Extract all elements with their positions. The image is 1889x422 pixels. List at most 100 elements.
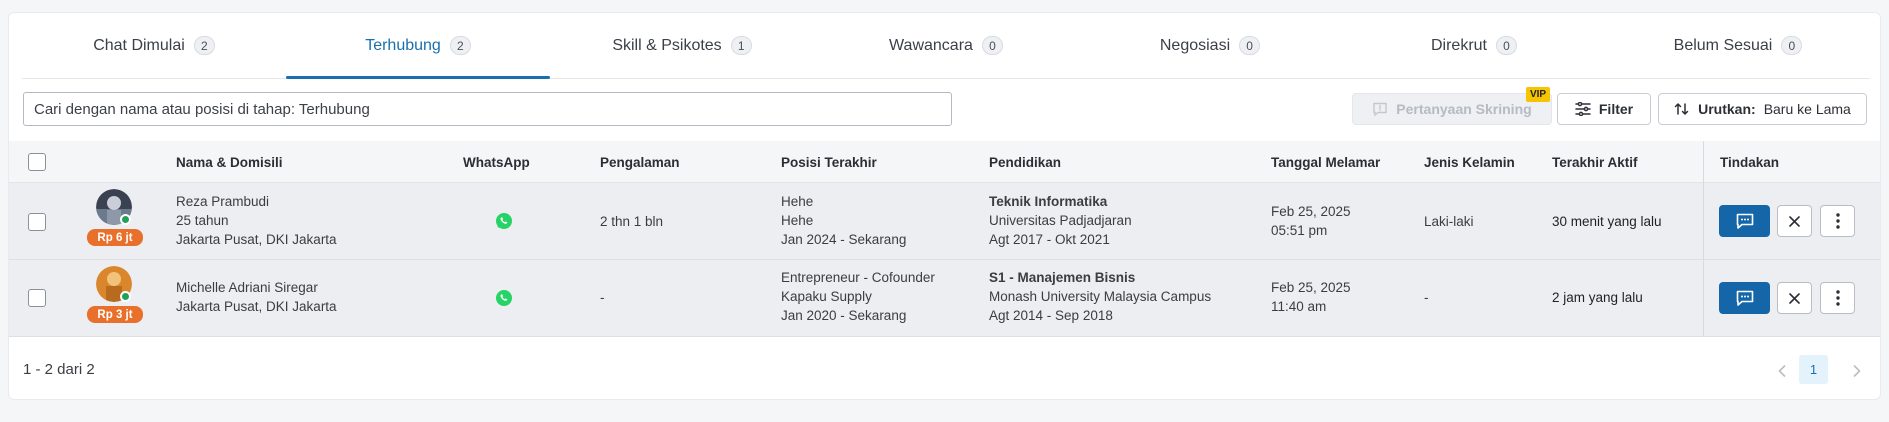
tab-label: Chat Dimulai <box>93 36 185 54</box>
column-applied-date: Tanggal Melamar <box>1271 154 1381 170</box>
tab-count-badge: 0 <box>1496 36 1517 55</box>
position-company: Hehe <box>781 213 814 228</box>
position-company: Kapaku Supply <box>781 289 872 304</box>
last-active: 30 menit yang lalu <box>1552 214 1662 229</box>
education-period: Agt 2017 - Okt 2021 <box>989 232 1110 247</box>
last-position: Hehe Hehe Jan 2024 - Sekarang <box>781 192 906 249</box>
filter-icon <box>1575 102 1591 116</box>
more-options-button[interactable] <box>1820 282 1855 314</box>
candidate-info: Michelle Adriani Siregar Jakarta Pusat, … <box>176 278 337 316</box>
tab-count-badge: 0 <box>1781 36 1803 55</box>
sort-button[interactable]: Urutkan: Baru ke Lama <box>1658 93 1867 125</box>
applied-date-time: 11:40 am <box>1271 299 1327 314</box>
whatsapp-icon[interactable] <box>495 289 513 307</box>
tab-count-badge: 1 <box>730 36 752 55</box>
close-icon <box>1789 292 1800 304</box>
row-actions <box>1703 183 1880 259</box>
filter-button[interactable]: Filter <box>1557 93 1651 125</box>
vip-badge: VIP <box>1526 87 1550 102</box>
column-last-position: Posisi Terakhir <box>781 154 877 170</box>
screening-questions-button[interactable]: Pertanyaan Skrining <box>1352 93 1552 125</box>
experience: 2 thn 1 bln <box>600 214 664 229</box>
candidate-age: 25 tahun <box>176 213 229 228</box>
column-experience: Pengalaman <box>600 154 680 170</box>
reject-button[interactable] <box>1777 205 1812 237</box>
education: Teknik Informatika Universitas Padjadjar… <box>989 192 1132 249</box>
tab-skill-psikotes[interactable]: Skill & Psikotes 1 <box>550 13 814 78</box>
table-row[interactable]: Rp 3 jt Michelle Adriani Siregar Jakarta… <box>9 260 1880 337</box>
column-education: Pendidikan <box>989 154 1062 170</box>
experience: - <box>600 290 605 305</box>
chevron-left-icon <box>1778 365 1786 377</box>
tab-terhubung[interactable]: Terhubung 2 <box>286 13 550 79</box>
chat-button[interactable] <box>1719 205 1770 237</box>
chevron-right-icon <box>1853 365 1861 377</box>
applied-date: Feb 25, 2025 11:40 am <box>1271 278 1351 316</box>
candidate-location: Jakarta Pusat, DKI Jakarta <box>176 232 337 247</box>
salary-badge: Rp 3 jt <box>87 306 143 323</box>
chat-button[interactable] <box>1719 282 1770 314</box>
screening-label: Pertanyaan Skrining <box>1396 101 1532 117</box>
salary-badge: Rp 6 jt <box>87 229 143 246</box>
table-row[interactable]: Rp 6 jt Reza Prambudi 25 tahun Jakarta P… <box>9 183 1880 260</box>
education-school: Universitas Padjadjaran <box>989 213 1132 228</box>
stage-tabs: Chat Dimulai 2 Terhubung 2 Skill & Psiko… <box>22 13 1870 79</box>
education-major: Teknik Informatika <box>989 194 1108 209</box>
education: S1 - Manajemen Bisnis Monash University … <box>989 268 1211 325</box>
select-all-checkbox[interactable] <box>28 153 46 171</box>
close-icon <box>1789 215 1800 227</box>
tab-count-badge: 2 <box>449 36 471 55</box>
previous-page-button[interactable] <box>1772 359 1792 383</box>
candidate-name[interactable]: Michelle Adriani Siregar <box>176 278 337 297</box>
sort-icon <box>1674 103 1689 115</box>
table-header: Nama & Domisili WhatsApp Pengalaman Posi… <box>9 141 1880 183</box>
position-title: Hehe <box>781 194 814 209</box>
applied-date-day: Feb 25, 2025 <box>1271 280 1351 295</box>
candidate-name[interactable]: Reza Prambudi <box>176 192 337 211</box>
online-status-dot <box>120 291 131 302</box>
applied-date-day: Feb 25, 2025 <box>1271 204 1351 219</box>
message-icon <box>1736 290 1753 306</box>
sort-value: Baru ke Lama <box>1763 101 1851 117</box>
search-input[interactable] <box>23 92 952 126</box>
tab-chat-dimulai[interactable]: Chat Dimulai 2 <box>22 13 286 78</box>
next-page-button[interactable] <box>1847 359 1867 383</box>
column-last-active: Terakhir Aktif <box>1552 154 1638 170</box>
tab-label: Skill & Psikotes <box>612 36 722 54</box>
pagination-range: 1 - 2 dari 2 <box>23 361 95 378</box>
last-position: Entrepreneur - Cofounder Kapaku Supply J… <box>781 268 935 325</box>
tab-label: Belum Sesuai <box>1673 36 1773 54</box>
tab-belum-sesuai[interactable]: Belum Sesuai 0 <box>1606 13 1870 78</box>
page-number-button[interactable]: 1 <box>1799 355 1828 384</box>
online-status-dot <box>120 214 131 225</box>
column-actions: Tindakan <box>1703 141 1880 183</box>
row-checkbox[interactable] <box>28 289 46 307</box>
message-icon <box>1736 213 1753 229</box>
column-name: Nama & Domisili <box>176 154 283 170</box>
applied-date: Feb 25, 2025 05:51 pm <box>1271 202 1351 240</box>
tab-label: Negosiasi <box>1159 36 1231 54</box>
position-period: Jan 2020 - Sekarang <box>781 308 907 323</box>
applied-date-time: 05:51 pm <box>1271 223 1328 238</box>
tab-negosiasi[interactable]: Negosiasi 0 <box>1078 13 1342 78</box>
tab-label: Terhubung <box>365 36 441 54</box>
row-actions <box>1703 260 1880 336</box>
last-active: 2 jam yang lalu <box>1552 290 1643 305</box>
more-vertical-icon <box>1835 213 1840 229</box>
education-school: Monash University Malaysia Campus <box>989 289 1212 304</box>
candidate-location: Jakarta Pusat, DKI Jakarta <box>176 299 337 314</box>
row-checkbox[interactable] <box>28 213 46 231</box>
tab-direkrut[interactable]: Direkrut 0 <box>1342 13 1606 78</box>
tab-wawancara[interactable]: Wawancara 0 <box>814 13 1078 78</box>
message-icon <box>1373 102 1387 117</box>
filter-label: Filter <box>1598 101 1634 117</box>
position-title: Entrepreneur - Cofounder <box>781 270 935 285</box>
more-options-button[interactable] <box>1820 205 1855 237</box>
tab-count-badge: 0 <box>1239 36 1261 55</box>
gender: - <box>1424 290 1429 305</box>
gender: Laki-laki <box>1424 214 1474 229</box>
reject-button[interactable] <box>1777 282 1812 314</box>
column-whatsapp: WhatsApp <box>463 154 530 170</box>
tab-label: Direkrut <box>1430 36 1487 54</box>
whatsapp-icon[interactable] <box>495 212 513 230</box>
